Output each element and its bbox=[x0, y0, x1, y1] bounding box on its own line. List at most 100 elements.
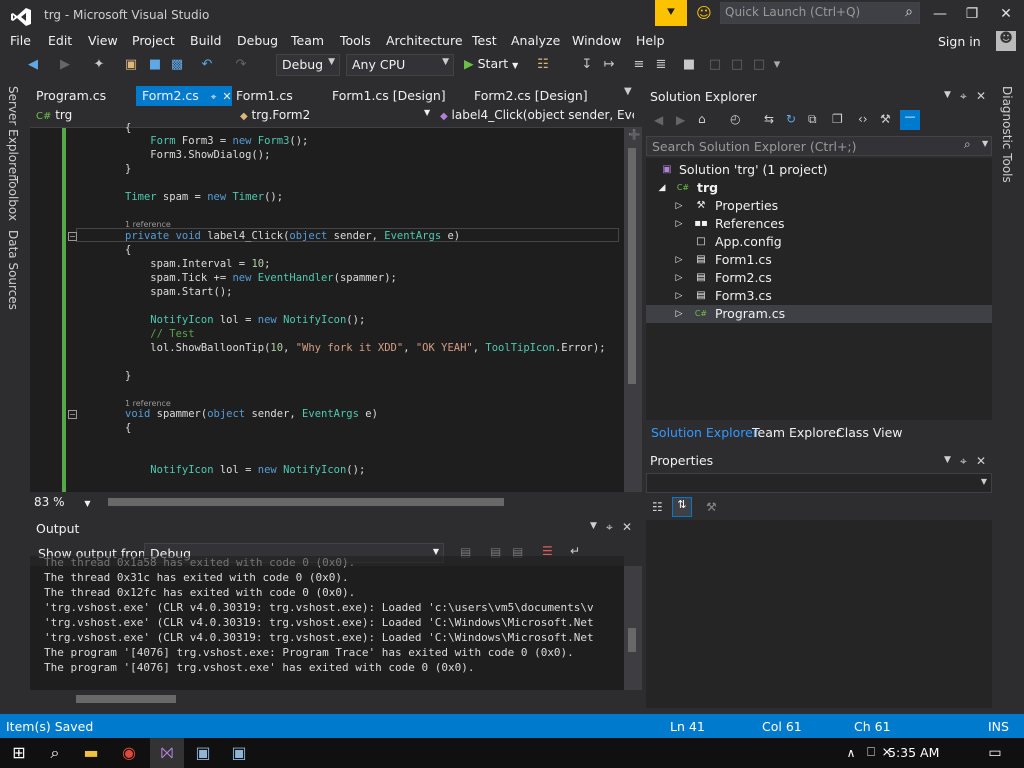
menu-window[interactable]: Window bbox=[572, 33, 621, 48]
editor-horizontal-scroll-thumb[interactable] bbox=[108, 498, 504, 506]
pin-icon[interactable]: ⌖ bbox=[211, 92, 217, 103]
member-dropdown[interactable]: ◆ label4_Click(object sender, Ever bbox=[440, 108, 634, 126]
bookmark-icon[interactable]: ■ bbox=[680, 56, 698, 74]
tree-item-form1[interactable]: Form1.cs bbox=[715, 252, 772, 267]
new-project-icon[interactable]: ✦ bbox=[90, 56, 108, 74]
menu-debug[interactable]: Debug bbox=[237, 33, 278, 48]
close-panel-icon[interactable]: ✕ bbox=[976, 89, 986, 103]
menu-edit[interactable]: Edit bbox=[48, 33, 72, 48]
start-debugging-button[interactable]: ▶ Start ▼ bbox=[464, 56, 518, 71]
tab-solution-explorer[interactable]: Solution Explorer bbox=[651, 425, 758, 440]
undo-icon[interactable]: ↶ bbox=[198, 56, 216, 74]
maximize-button[interactable]: ❐ bbox=[958, 4, 986, 26]
pin-icon[interactable]: ⌖ bbox=[606, 520, 613, 535]
split-editor-icon[interactable]: ➕ bbox=[628, 130, 640, 141]
tab-team-explorer[interactable]: Team Explorer bbox=[752, 425, 841, 440]
property-pages-wrench-icon[interactable]: ⚒ bbox=[706, 500, 717, 514]
collapsed-arrow-icon[interactable]: ▷ bbox=[672, 307, 686, 321]
search-icon[interactable]: ⌕ bbox=[42, 741, 68, 765]
window-position-chevron-icon[interactable]: ▼ bbox=[944, 90, 951, 100]
pin-icon[interactable]: ⌖ bbox=[960, 89, 967, 104]
clear-bookmarks-icon[interactable]: □ bbox=[750, 56, 768, 74]
diagnostic-tools-tab[interactable]: Diagnostic Tools bbox=[1000, 86, 1014, 183]
home-icon[interactable]: ⌂ bbox=[698, 112, 706, 126]
menu-build[interactable]: Build bbox=[190, 33, 221, 48]
collapse-all-icon[interactable]: ⧉ bbox=[808, 112, 817, 127]
collapsed-arrow-icon[interactable]: ▷ bbox=[672, 289, 686, 303]
menu-analyze[interactable]: Analyze bbox=[511, 33, 560, 48]
pin-icon[interactable]: ⌖ bbox=[960, 454, 967, 469]
tab-form2-design[interactable]: Form2.cs [Design] bbox=[468, 86, 594, 106]
chrome-icon[interactable]: ◉ bbox=[116, 741, 142, 765]
step-into-icon[interactable]: ↧ bbox=[578, 56, 596, 74]
windows-start-icon[interactable]: ⊞ bbox=[6, 741, 32, 765]
menu-help[interactable]: Help bbox=[636, 33, 665, 48]
tree-item-properties[interactable]: Properties bbox=[715, 198, 778, 213]
toolbar-options-icon[interactable]: ▾ bbox=[768, 56, 786, 74]
redo-icon[interactable]: ↷ bbox=[232, 56, 250, 74]
menu-team[interactable]: Team bbox=[291, 33, 324, 48]
taskbar-clock[interactable]: 5:35 AM bbox=[888, 745, 939, 760]
menu-architecture[interactable]: Architecture bbox=[386, 33, 463, 48]
action-center-icon[interactable]: ▭ bbox=[982, 741, 1008, 765]
show-all-files-icon[interactable]: ❐ bbox=[832, 112, 843, 126]
tree-item-references[interactable]: References bbox=[715, 216, 784, 231]
search-icon[interactable]: ⌕ bbox=[900, 4, 918, 22]
tab-overflow-chevron-icon[interactable]: ▼ bbox=[624, 86, 632, 97]
tree-item-form3[interactable]: Form3.cs bbox=[715, 288, 772, 303]
window-position-chevron-icon[interactable]: ▼ bbox=[590, 521, 597, 531]
browser-link-icon[interactable]: ☷ bbox=[534, 56, 552, 74]
codelens-references[interactable]: 1 reference bbox=[125, 220, 171, 229]
close-window-button[interactable]: ✕ bbox=[992, 4, 1020, 26]
collapsed-arrow-icon[interactable]: ▷ bbox=[672, 271, 686, 285]
search-icon[interactable]: ⌕ bbox=[964, 137, 971, 152]
collapsed-arrow-icon[interactable]: ▷ bbox=[672, 199, 686, 213]
tree-item-program-cs[interactable]: Program.cs bbox=[715, 306, 785, 321]
collapse-region-icon[interactable]: − bbox=[68, 410, 77, 419]
previous-bookmark-icon[interactable]: □ bbox=[706, 56, 724, 74]
output-scroll-thumb[interactable] bbox=[628, 628, 636, 652]
user-account-icon[interactable]: ☻ bbox=[996, 31, 1016, 51]
collapse-region-icon[interactable]: − bbox=[68, 232, 77, 241]
comment-lines-icon[interactable]: ≡ bbox=[630, 56, 648, 74]
minimize-button[interactable]: — bbox=[926, 4, 954, 26]
menu-tools[interactable]: Tools bbox=[340, 33, 371, 48]
quick-launch-input[interactable]: Quick Launch (Ctrl+Q) bbox=[720, 2, 920, 24]
open-file-icon[interactable]: ▣ bbox=[122, 56, 140, 74]
alphabetical-icon[interactable]: ⇅ bbox=[672, 497, 692, 517]
tab-program-cs[interactable]: Program.cs bbox=[30, 86, 112, 106]
file-explorer-icon[interactable]: ▬ bbox=[78, 741, 104, 765]
properties-object-select[interactable]: ▼ bbox=[646, 473, 992, 493]
menu-file[interactable]: File bbox=[10, 33, 31, 48]
tab-form2-cs[interactable]: Form2.cs ⌖ ✕ bbox=[136, 86, 232, 106]
menu-test[interactable]: Test bbox=[472, 33, 497, 48]
tree-item-form2[interactable]: Form2.cs bbox=[715, 270, 772, 285]
uncomment-lines-icon[interactable]: ≣ bbox=[652, 56, 670, 74]
close-panel-icon[interactable]: ✕ bbox=[622, 520, 632, 534]
send-feedback-smiley-icon[interactable]: ☺ bbox=[694, 4, 714, 24]
sync-with-document-icon[interactable]: ⇆ bbox=[764, 112, 774, 126]
solution-platform-select[interactable]: Any CPU ▼ bbox=[346, 54, 454, 76]
preview-selected-items-icon[interactable]: — bbox=[900, 110, 920, 130]
categorized-icon[interactable]: ☷ bbox=[652, 500, 663, 514]
app-taskbar-icon[interactable]: ▣ bbox=[190, 741, 216, 765]
menu-project[interactable]: Project bbox=[132, 33, 175, 48]
solution-configuration-select[interactable]: Debug ▼ bbox=[276, 54, 340, 76]
menu-view[interactable]: View bbox=[88, 33, 118, 48]
code-editor[interactable] bbox=[30, 128, 624, 492]
next-bookmark-icon[interactable]: □ bbox=[728, 56, 746, 74]
visual-studio-taskbar-icon[interactable]: ⨝ bbox=[154, 741, 180, 765]
tab-form1-design[interactable]: Form1.cs [Design] bbox=[326, 86, 452, 106]
navigate-forward-icon[interactable]: ▶ bbox=[56, 56, 74, 74]
tree-item-app-config[interactable]: App.config bbox=[715, 234, 782, 249]
app2-taskbar-icon[interactable]: ▣ bbox=[226, 741, 252, 765]
project-dropdown[interactable]: C# trg bbox=[36, 108, 236, 126]
tree-item-solution[interactable]: Solution 'trg' (1 project) bbox=[679, 162, 828, 177]
step-over-icon[interactable]: ↦ bbox=[600, 56, 618, 74]
server-explorer-tab[interactable]: Server Explorer bbox=[6, 86, 20, 179]
toolbox-tab[interactable]: Toolbox bbox=[6, 176, 20, 221]
solution-explorer-search-input[interactable]: Search Solution Explorer (Ctrl+;) bbox=[646, 136, 992, 156]
data-sources-tab[interactable]: Data Sources bbox=[6, 230, 20, 310]
properties-wrench-icon[interactable]: ⚒ bbox=[880, 112, 891, 126]
tab-class-view[interactable]: Class View bbox=[836, 425, 903, 440]
